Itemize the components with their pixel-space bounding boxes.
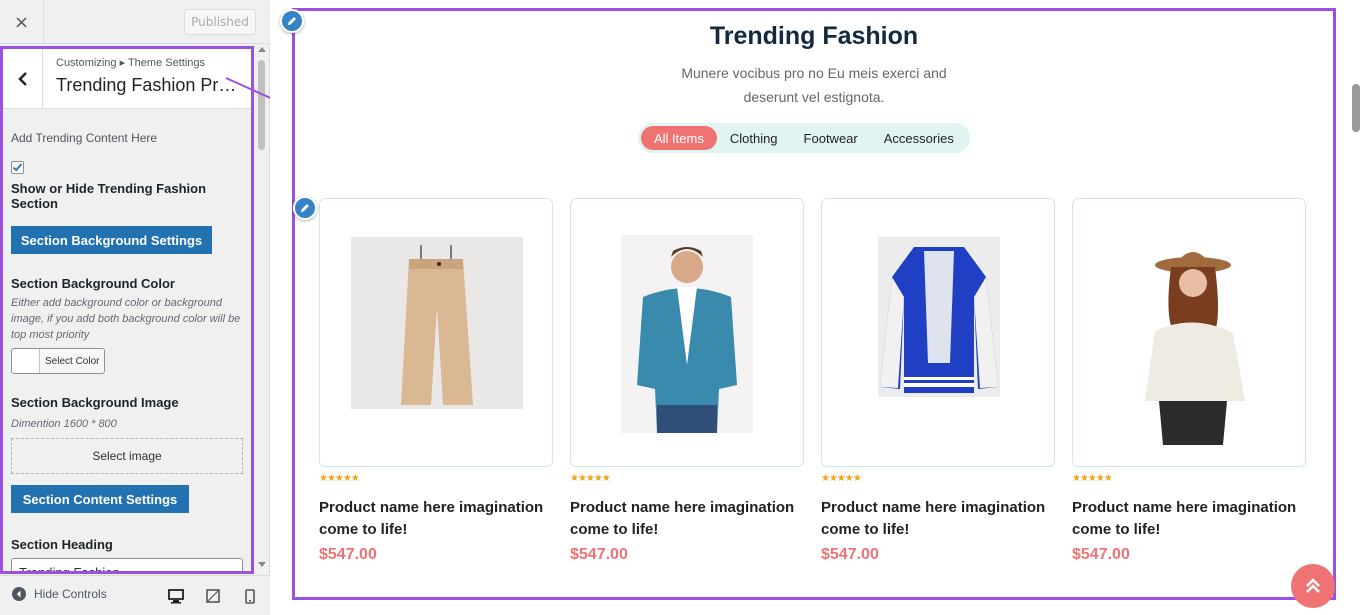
checkmark-icon [12, 163, 23, 172]
filter-tab-footwear[interactable]: Footwear [791, 126, 871, 150]
filter-tab-accessories[interactable]: Accessories [871, 126, 967, 150]
desktop-icon [168, 589, 184, 604]
mobile-preview-button[interactable] [238, 584, 262, 608]
product-image-box[interactable] [319, 198, 553, 467]
heading-label: Section Heading [11, 537, 113, 552]
product-price: $547.00 [319, 546, 377, 563]
customizer-footer: Hide Controls [0, 575, 270, 615]
product-card[interactable]: ★★★★★ Product name here imagination come… [570, 198, 804, 564]
beige-trousers-image [351, 237, 523, 409]
breadcrumb: Customizing ▸ Theme Settings [56, 57, 205, 69]
back-button[interactable] [3, 49, 43, 109]
section-title: Trending Fashion [709, 22, 919, 50]
mobile-icon [245, 588, 255, 604]
bg-color-desc: Either add background color or backgroun… [11, 297, 241, 341]
product-card[interactable]: ★★★★★ Product name here imagination come… [1072, 198, 1306, 564]
bg-settings-button[interactable]: Section Background Settings [11, 226, 212, 254]
double-chevron-up-icon [1306, 578, 1320, 593]
section-description: Munere vocibus pro no Eu meis exerci and… [681, 65, 947, 105]
scroll-down-arrow-icon[interactable] [258, 562, 266, 568]
hide-controls-button[interactable]: Hide Controls [12, 587, 107, 601]
filter-tab-all-items[interactable]: All Items [641, 126, 717, 150]
blue-varsity-jacket-image [878, 237, 1000, 397]
customizer-topbar: × Published [0, 0, 270, 44]
product-name[interactable]: Product name here imagination come to li… [1072, 497, 1306, 541]
product-name[interactable]: Product name here imagination come to li… [570, 497, 804, 541]
hide-controls-label: Hide Controls [34, 587, 107, 601]
product-price: $547.00 [821, 546, 879, 563]
product-image-box[interactable] [570, 198, 804, 467]
filter-tab-clothing[interactable]: Clothing [717, 126, 791, 150]
man-denim-shirt-image [621, 235, 753, 433]
product-name[interactable]: Product name here imagination come to li… [821, 497, 1055, 541]
edit-shortcut-section[interactable] [280, 9, 304, 33]
bg-color-label: Section Background Color [11, 276, 175, 291]
content-settings-button[interactable]: Section Content Settings [11, 485, 189, 513]
site-preview: Trending Fashion Munere vocibus pro no E… [270, 0, 1366, 615]
color-swatch [12, 349, 40, 373]
rating-stars: ★★★★★ [570, 473, 611, 484]
woman-hat-sweater-image [1115, 235, 1265, 445]
select-color-button[interactable]: Select Color [11, 348, 105, 374]
product-card[interactable]: ★★★★★ Product name here imagination come… [821, 198, 1055, 564]
customizer-section-panel: Customizing ▸ Theme Settings Trending Fa… [0, 46, 254, 574]
product-name[interactable]: Product name here imagination come to li… [319, 497, 553, 541]
panel-title: Trending Fashion Pro… [56, 75, 246, 95]
pencil-icon [301, 204, 309, 212]
product-image-box[interactable] [821, 198, 1055, 467]
scroll-up-arrow-icon[interactable] [258, 46, 266, 52]
desktop-preview-button[interactable] [164, 584, 188, 608]
rating-stars: ★★★★★ [821, 473, 862, 484]
chevron-left-icon [17, 72, 27, 86]
bg-image-label: Section Background Image [11, 395, 179, 410]
add-content-text: Add Trending Content Here [11, 131, 158, 145]
select-image-button[interactable]: Select image [11, 438, 243, 474]
product-price: $547.00 [1072, 546, 1130, 563]
select-color-label: Select Color [45, 355, 100, 367]
tablet-preview-button[interactable] [201, 584, 225, 608]
publish-button[interactable]: Published [184, 9, 256, 35]
product-image-box[interactable] [1072, 198, 1306, 467]
scroll-to-top-button[interactable] [1291, 564, 1335, 608]
tablet-icon [206, 589, 220, 603]
filter-tabs: All Items Clothing Footwear Accessories [638, 123, 970, 153]
pencil-icon [288, 17, 296, 25]
arrow-left-circle-icon [12, 587, 26, 601]
heading-input[interactable] [11, 558, 243, 571]
panel-body: Add Trending Content Here Show or Hide T… [11, 129, 243, 571]
edit-shortcut-products[interactable] [293, 196, 317, 220]
preview-scrollbar-thumb[interactable] [1352, 84, 1360, 132]
rating-stars: ★★★★★ [319, 473, 360, 484]
product-card[interactable]: ★★★★★ Product name here imagination come… [319, 198, 553, 564]
show-section-checkbox[interactable] [11, 161, 24, 174]
close-icon[interactable]: × [0, 0, 44, 44]
show-hide-label: Show or Hide Trending Fashion Section [11, 181, 207, 211]
bg-image-desc: Dimention 1600 * 800 [11, 418, 117, 430]
panel-header: Customizing ▸ Theme Settings Trending Fa… [3, 49, 251, 109]
trending-fashion-section: Trending Fashion Munere vocibus pro no E… [292, 8, 1336, 608]
product-price: $547.00 [570, 546, 628, 563]
rating-stars: ★★★★★ [1072, 473, 1113, 484]
